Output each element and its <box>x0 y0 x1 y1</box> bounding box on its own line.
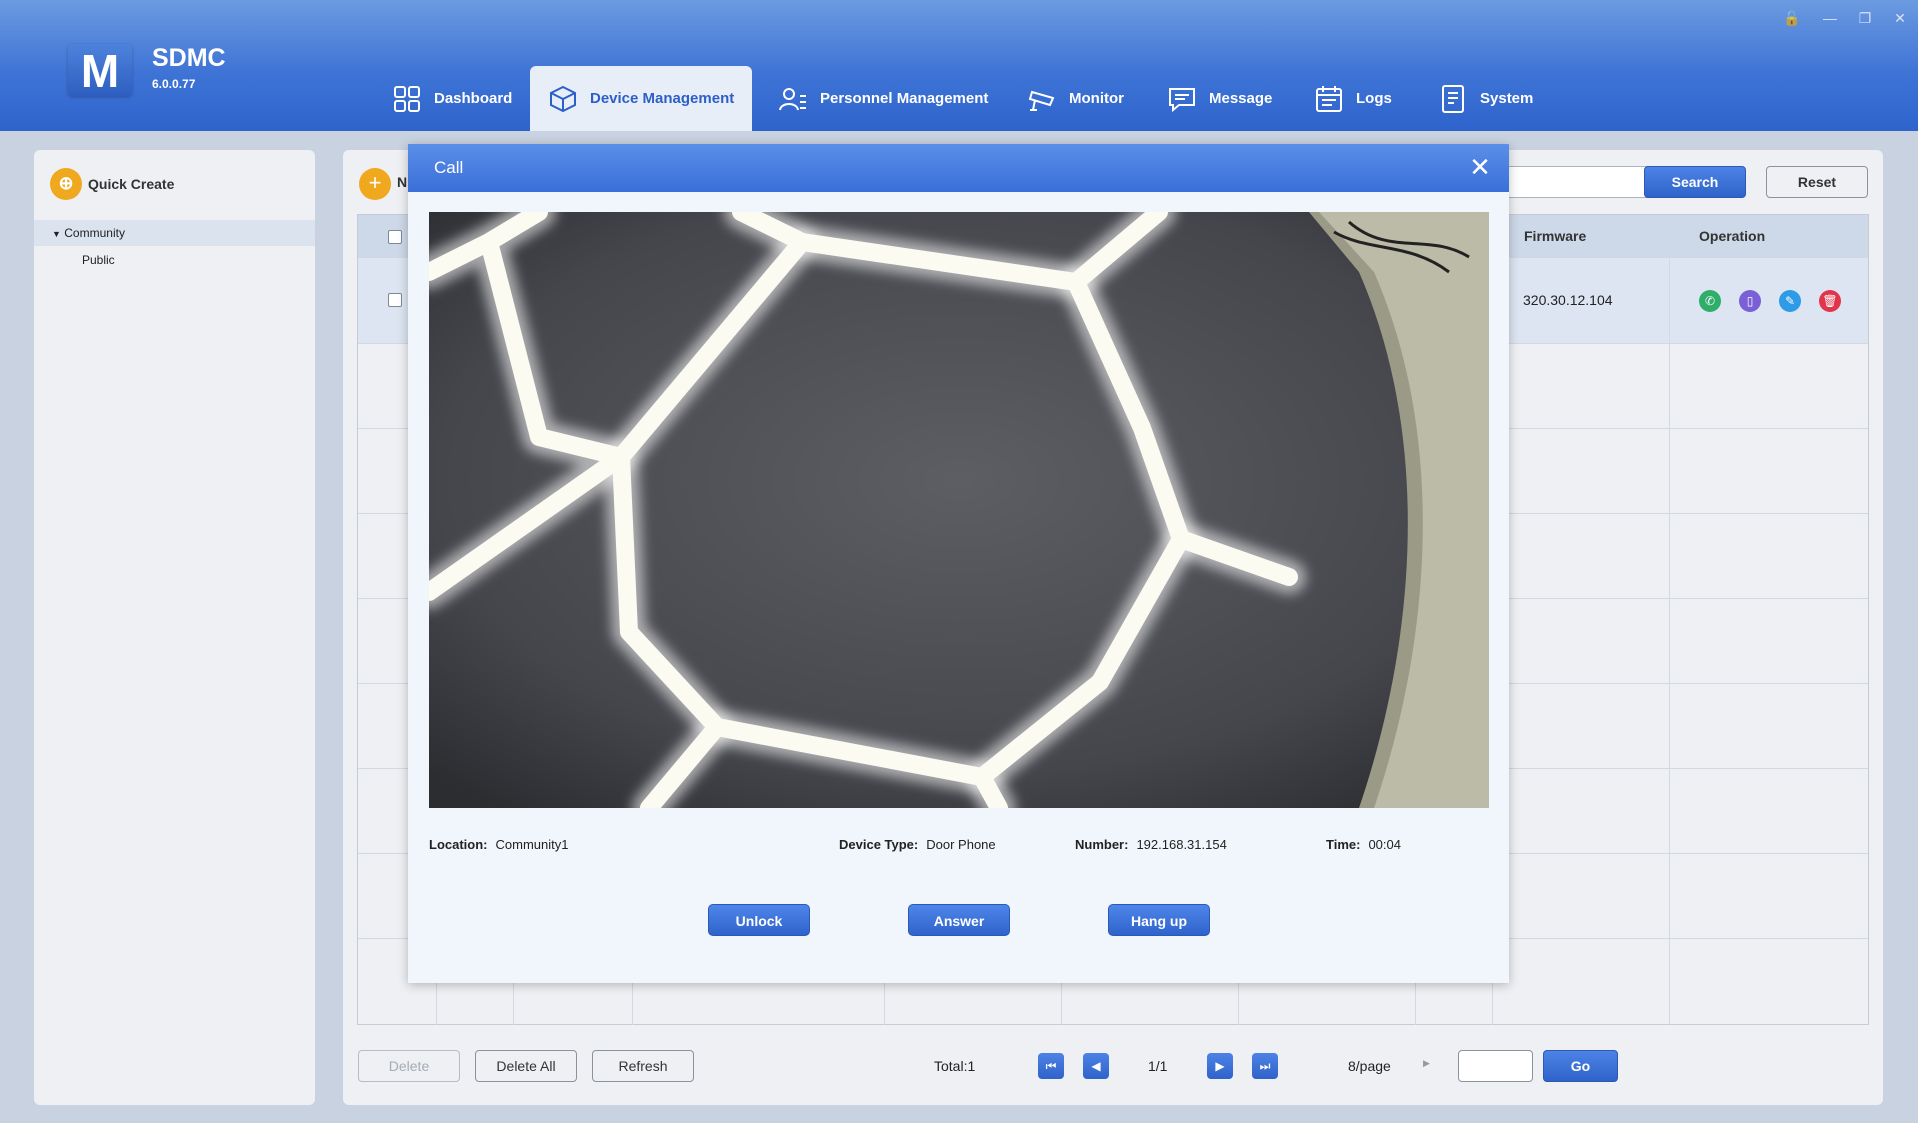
tab-personnel-management[interactable]: Personnel Management <box>778 66 988 131</box>
quick-create-icon: ⊕ <box>50 168 82 200</box>
expand-arrow-icon[interactable]: ▼ <box>52 229 61 239</box>
document-icon <box>1442 84 1464 113</box>
number-info: Number: 192.168.31.154 <box>1075 837 1227 852</box>
tab-device-management[interactable]: Device Management <box>530 66 753 131</box>
go-button[interactable]: Go <box>1543 1050 1618 1082</box>
reset-button[interactable]: Reset <box>1766 166 1868 198</box>
app-logo: M <box>68 44 132 97</box>
tab-system-label: System <box>1480 90 1534 107</box>
tab-system[interactable]: System <box>1438 66 1533 131</box>
dialog-title: Call <box>434 158 464 177</box>
tree-item-public[interactable]: Public <box>34 247 315 273</box>
location-label: Location: <box>429 837 488 852</box>
last-page-icon[interactable]: ⏭ <box>1252 1053 1278 1079</box>
add-button-label[interactable]: N <box>397 174 407 190</box>
tree-item-community-label: Community <box>64 226 125 240</box>
row-checkbox[interactable] <box>388 293 402 307</box>
answer-button[interactable]: Answer <box>908 904 1010 936</box>
tab-monitor[interactable]: Monitor <box>1027 66 1124 131</box>
app-version: 6.0.0.77 <box>152 77 196 91</box>
lock-icon[interactable]: 🔓 <box>1782 8 1802 28</box>
hang-up-button[interactable]: Hang up <box>1108 904 1210 936</box>
close-icon[interactable]: ✕ <box>1465 152 1495 182</box>
location-value: Community1 <box>495 837 569 852</box>
tab-message-label: Message <box>1209 90 1273 107</box>
number-value: 192.168.31.154 <box>1136 837 1227 852</box>
column-firmware: Firmware <box>1524 228 1587 244</box>
delete-button[interactable]: Delete <box>358 1050 460 1082</box>
unlock-button[interactable]: Unlock <box>708 904 810 936</box>
device-type-info: Device Type: Door Phone <box>839 837 996 852</box>
quick-create-label: Quick Create <box>88 176 175 192</box>
total-count: Total:1 <box>934 1058 976 1074</box>
sidebar: ⊕ Quick Create ▼ Community Public <box>34 150 315 1105</box>
delete-icon[interactable]: 🗑 <box>1819 290 1841 312</box>
time-label: Time: <box>1326 837 1361 852</box>
tab-logs[interactable]: Logs <box>1314 66 1392 131</box>
page-jump-input[interactable] <box>1458 1050 1533 1082</box>
per-page-select[interactable]: 8/page <box>1348 1058 1391 1074</box>
tab-logs-label: Logs <box>1356 90 1392 107</box>
minimize-icon[interactable]: — <box>1820 8 1840 28</box>
refresh-button[interactable]: Refresh <box>592 1050 694 1082</box>
calendar-icon <box>1316 85 1342 112</box>
number-label: Number: <box>1075 837 1129 852</box>
page-indicator: 1/1 <box>1148 1058 1168 1074</box>
close-window-icon[interactable]: ✕ <box>1890 8 1910 28</box>
edit-icon[interactable]: ✎ <box>1779 290 1801 312</box>
time-info: Time: 00:04 <box>1326 837 1401 852</box>
dashboard-icon <box>394 85 420 112</box>
time-value: 00:04 <box>1368 837 1401 852</box>
call-icon[interactable]: ✆ <box>1699 290 1721 312</box>
tab-message[interactable]: Message <box>1167 66 1272 131</box>
tree-item-public-label: Public <box>82 253 115 267</box>
quick-create-button[interactable]: ⊕ Quick Create <box>50 168 174 200</box>
next-page-icon[interactable]: ▶ <box>1207 1053 1233 1079</box>
tab-personnel-management-label: Personnel Management <box>820 90 989 107</box>
video-feed <box>429 212 1489 808</box>
app-header: M SDMC 6.0.0.77 🔓 — ❐ ✕ Dashboard Device… <box>0 0 1918 131</box>
camera-view <box>429 212 1489 808</box>
per-page-arrow-icon[interactable]: ▶ <box>1423 1058 1430 1069</box>
tab-dashboard[interactable]: Dashboard <box>392 66 512 131</box>
app-name: SDMC <box>152 44 226 72</box>
select-all-checkbox[interactable] <box>388 230 402 244</box>
search-input[interactable] <box>1503 166 1666 198</box>
device-icon <box>550 85 576 112</box>
first-page-icon[interactable]: ⏮ <box>1038 1053 1064 1079</box>
message-icon <box>1169 87 1195 112</box>
dialog-header: Call ✕ <box>408 144 1509 192</box>
unlock-door-icon[interactable]: ▯ <box>1739 290 1761 312</box>
column-operation: Operation <box>1699 228 1766 244</box>
tab-device-management-label: Device Management <box>590 90 735 107</box>
prev-page-icon[interactable]: ◀ <box>1083 1053 1109 1079</box>
delete-all-button[interactable]: Delete All <box>475 1050 577 1082</box>
device-type-label: Device Type: <box>839 837 919 852</box>
column-divider <box>1669 258 1670 1025</box>
device-type-value: Door Phone <box>926 837 996 852</box>
search-button[interactable]: Search <box>1644 166 1746 198</box>
add-icon[interactable]: + <box>359 168 391 200</box>
row-firmware: 320.30.12.104 <box>1523 292 1613 308</box>
restore-icon[interactable]: ❐ <box>1855 8 1875 28</box>
tree-item-community[interactable]: ▼ Community <box>34 220 315 246</box>
camera-icon <box>1028 90 1055 111</box>
call-dialog: Call ✕ Location: Community1 Device Type:… <box>408 144 1509 983</box>
personnel-icon <box>779 87 806 110</box>
tab-dashboard-label: Dashboard <box>434 90 513 107</box>
location-info: Location: Community1 <box>429 837 568 852</box>
tab-monitor-label: Monitor <box>1069 90 1124 107</box>
